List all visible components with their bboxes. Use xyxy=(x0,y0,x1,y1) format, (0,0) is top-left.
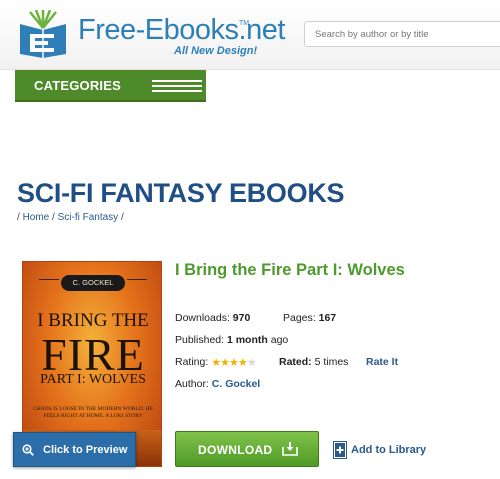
pages-value: 167 xyxy=(318,312,337,324)
book-title: I Bring the Fire Part I: Wolves xyxy=(175,261,405,279)
published-suffix: ago xyxy=(270,334,289,346)
categories-menu-button[interactable]: CATEGORIES xyxy=(15,70,206,102)
downloads-label: Downloads: xyxy=(175,312,230,324)
logo-book-icon[interactable] xyxy=(16,9,70,58)
downloads-value: 970 xyxy=(232,312,251,324)
magnifier-plus-icon xyxy=(22,444,34,456)
pages-row: Pages: 167 xyxy=(283,312,336,324)
rate-it-link[interactable]: Rate It xyxy=(366,356,398,368)
cover-ornament xyxy=(39,279,59,287)
cover-ornament xyxy=(127,279,147,287)
rated-value: 5 times xyxy=(314,356,349,368)
cover-author-text: C. GOCKEL xyxy=(61,275,125,291)
click-to-preview-button[interactable]: Click to Preview xyxy=(13,432,136,467)
preview-label: Click to Preview xyxy=(43,444,128,456)
add-to-library-icon xyxy=(333,441,347,459)
published-value: 1 month xyxy=(226,334,268,346)
downloads-row: Downloads: 970 xyxy=(175,312,250,324)
logo-text[interactable]: Free-Ebooks.net xyxy=(78,14,285,47)
site-header: Free-Ebooks.net TM All New Design! Searc… xyxy=(0,0,500,70)
logo-trademark: TM xyxy=(239,20,250,27)
download-label: DOWNLOAD xyxy=(198,443,273,457)
star-filled-icon[interactable]: ★ xyxy=(211,357,221,369)
author-link[interactable]: C. Gockel xyxy=(212,378,260,390)
download-button[interactable]: DOWNLOAD xyxy=(175,431,319,467)
author-row: Author: C. Gockel xyxy=(175,378,260,390)
breadcrumb: / Home / Sci-fi Fantasy / xyxy=(17,212,124,223)
published-label: Published: xyxy=(175,334,225,346)
published-row: Published: 1 month ago xyxy=(175,334,288,346)
rating-stars[interactable]: ★★★★★ xyxy=(211,356,257,369)
breadcrumb-separator: / xyxy=(118,212,124,223)
download-arrow-icon xyxy=(282,442,298,456)
rating-row: Rating: ★★★★★ xyxy=(175,356,257,369)
hamburger-icon xyxy=(152,80,202,92)
rated-row: Rated: 5 times xyxy=(279,356,348,368)
search-input[interactable]: Search by author or by title xyxy=(304,21,500,47)
rating-label: Rating: xyxy=(175,356,209,368)
cover-title-line3: PART I: WOLVES xyxy=(40,372,146,387)
tagline: All New Design! xyxy=(174,45,258,57)
rated-label: Rated: xyxy=(279,356,312,368)
breadcrumb-home-link[interactable]: Home xyxy=(23,212,50,223)
page-title: SCI-FI FANTASY EBOOKS xyxy=(17,178,345,208)
cover-tagline: CHAOS IS LOOSE IN THE MODERN WORLD. HE F… xyxy=(33,406,153,419)
breadcrumb-separator: / xyxy=(49,212,58,223)
breadcrumb-category-link[interactable]: Sci-fi Fantasy xyxy=(58,212,119,223)
pages-label: Pages: xyxy=(283,312,316,324)
star-filled-icon[interactable]: ★ xyxy=(220,357,230,369)
add-to-library-label: Add to Library xyxy=(351,444,427,456)
star-filled-icon[interactable]: ★ xyxy=(229,357,239,369)
author-label: Author: xyxy=(175,378,209,390)
categories-label: CATEGORIES xyxy=(34,78,121,93)
star-empty-icon[interactable]: ★ xyxy=(247,357,257,369)
star-filled-icon[interactable]: ★ xyxy=(238,357,248,369)
